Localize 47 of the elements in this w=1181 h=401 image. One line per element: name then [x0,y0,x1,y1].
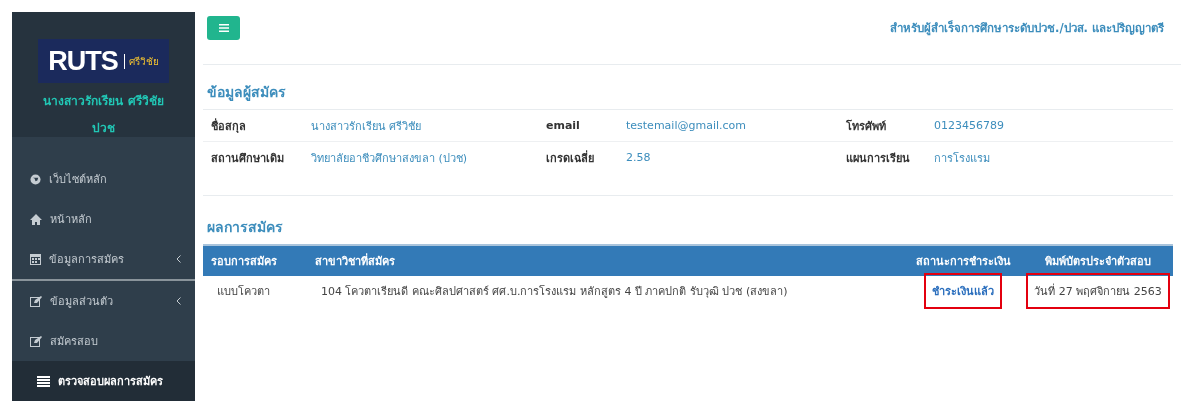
user-name: นางสาวรักเรียน ศรีวิชัย [43,93,164,110]
field-value: 0123456789 [934,119,1005,132]
menu-icon [218,24,229,32]
section-title: ผลการสมัคร [206,218,284,237]
field-value: 2.58 [626,151,652,164]
home-icon [30,213,42,225]
section-title: ข้อมูลผู้สมัคร [206,83,287,103]
sidebar-item-label: ตรวจสอบผลการสมัคร [58,374,164,390]
field-label: เกรดเฉลี่ย [546,149,595,167]
sidebar-item[interactable]: ข้อมูลการสมัคร [12,239,195,279]
field-value: การโรงแรม [934,150,991,167]
sidebar-item-label: เว็บไซต์หลัก [49,171,108,188]
globe-icon [30,173,41,185]
sidebar-item[interactable]: ตรวจสอบผลการสมัคร [12,361,195,401]
column-header: สถานะการชำระเงิน [903,244,1023,276]
field-label: ชื่อสกุล [211,117,247,135]
user-level: ปวช [92,120,115,137]
field-value: นางสาวรักเรียน ศรีวิชัย [311,118,423,135]
menu-toggle-button[interactable] [207,16,240,40]
sidebar-item-label: ข้อมูลการสมัคร [49,252,125,268]
header-tagline: สำหรับผู้สำเร็จการศึกษาระดับปวช./ปวส. และปริญญาตรี [890,19,1164,37]
list-icon [37,375,50,387]
field-label: email [546,119,581,132]
table-cell: วันที่ 27 พฤศจิกายน 2563 [1026,273,1170,309]
table-cell-text: 104 โควตาเรียนดี คณะศิลปศาสตร์ ศศ.บ.การโรงแรม หลักสูตร 4 ปี ภาคปกติ รับวุฒิ ปวช (สงขลา) [320,284,789,300]
field-value: วิทยาลัยอาชีวศึกษาสงขลา (ปวช) [311,150,469,167]
sidebar-item[interactable]: ข้อมูลส่วนตัว [12,279,195,321]
sidebar-item[interactable]: เว็บไซต์หลัก [12,159,195,199]
sidebar-item-label: สมัครสอบ [50,334,99,350]
payment-status-link[interactable]: ชำระเงินแล้ว [924,273,1002,309]
sidebar-item-label: หน้าหลัก [50,212,93,228]
column-header: สาขาวิชาที่สมัคร [307,244,903,276]
sidebar-item[interactable]: สมัครสอบ [12,321,195,361]
table-cell-text: แบบโควตา [216,284,271,300]
field-label: สถานศึกษาเดิม [211,150,285,167]
edit-icon [30,295,42,307]
column-header: พิมพ์บัตรประจำตัวสอบ [1023,244,1173,276]
calendar-icon [30,253,41,265]
field-label: โทรศัพท์ [846,118,887,135]
sidebar-item-label: ข้อมูลส่วนตัว [50,294,114,310]
field-value: testemail@gmail.com [626,119,747,132]
logo-mark: RUTS [48,45,118,77]
sidebar-item[interactable]: หน้าหลัก [12,199,195,239]
field-label: แผนการเรียน [846,150,911,167]
logo-subtitle: ศรีวิชัย [123,53,159,69]
column-header: รอบการสมัคร [203,244,307,276]
edit-icon [30,335,42,347]
